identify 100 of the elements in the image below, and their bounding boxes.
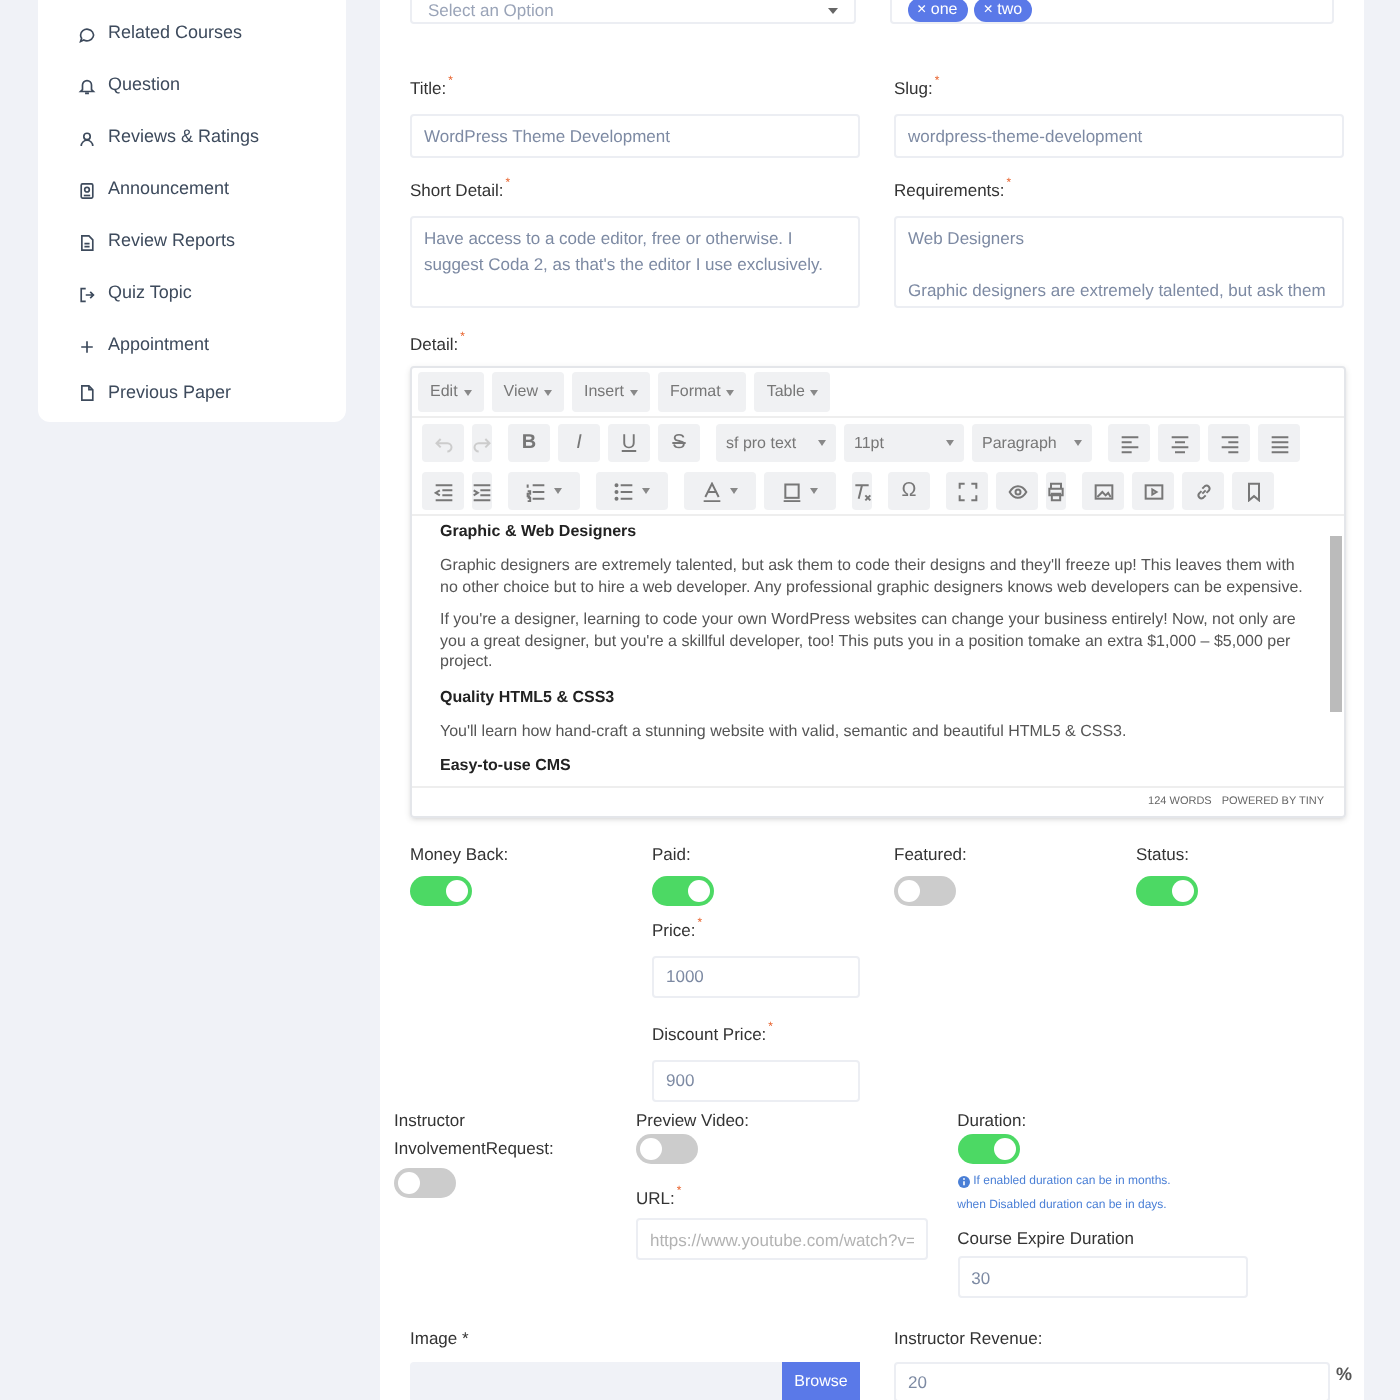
content-heading: Graphic & Web Designers [440, 520, 639, 545]
field-label: Instructor Revenue: [894, 1326, 1045, 1352]
menu-button[interactable]: Insert [572, 372, 651, 413]
menu-icon [78, 25, 96, 43]
sidebar-item[interactable]: Review Reports [78, 216, 306, 268]
caret-icon [1074, 440, 1082, 447]
toolbar-button[interactable] [1182, 472, 1224, 511]
sidebar-item[interactable]: Quiz Topic [78, 268, 306, 320]
toggle-switch[interactable] [410, 876, 472, 906]
dropdown-button[interactable]: 11pt [844, 424, 964, 463]
toolbar-button[interactable] [508, 472, 580, 511]
toggle-switch[interactable] [894, 876, 956, 906]
sidebar-item[interactable]: Related Courses [78, 8, 306, 60]
toolbar-button[interactable] [852, 472, 872, 511]
toolbar-button[interactable] [1108, 424, 1150, 463]
toolbar-button[interactable]: B [508, 424, 550, 463]
toggle-switch[interactable] [957, 1133, 1020, 1163]
field-label: Course Expire Duration [957, 1225, 1136, 1251]
dropdown-button[interactable]: sf pro text [716, 424, 836, 463]
dropdown-button[interactable]: Paragraph [972, 424, 1092, 463]
toolbar-button[interactable] [1208, 424, 1250, 463]
sidebar-item[interactable]: Reviews & Ratings [78, 112, 306, 164]
caret-icon [630, 389, 639, 396]
align-icon [1219, 433, 1239, 454]
toggle-switch[interactable] [652, 876, 714, 906]
text-color-icon [702, 481, 722, 502]
caret-icon [810, 389, 819, 396]
text-area[interactable]: Have access to a code editor, free or otherwise. I suggest Coda 2, as that's the editor I use exclusively. [410, 215, 860, 307]
toolbar-button[interactable] [684, 472, 756, 511]
numbered-list-icon [526, 481, 546, 502]
input-field[interactable]: wordpress-theme-development [894, 113, 1344, 158]
content-heading: Easy-to-use CMS [440, 754, 573, 779]
field-label: Instructor [394, 1107, 467, 1133]
menu-button[interactable]: Format [658, 372, 747, 413]
toggle-switch[interactable] [394, 1167, 456, 1197]
caret-icon [642, 488, 650, 495]
toolbar-button[interactable]: Ω [888, 472, 930, 511]
select-field[interactable]: Select an Option [410, 0, 855, 24]
toolbar-button[interactable] [946, 472, 988, 511]
caret-icon [818, 440, 826, 447]
outdent-icon [433, 481, 453, 502]
unit-label: % [1336, 1362, 1353, 1388]
sidebar-item[interactable]: Announcement [78, 164, 306, 216]
input-field[interactable]: 30 [957, 1256, 1248, 1299]
file-input[interactable]: Browse [410, 1362, 860, 1400]
menu-icon [78, 129, 96, 147]
align-icon [1169, 433, 1189, 454]
text-area[interactable]: Web Designers Graphic designers are extremely talented, but ask them [894, 215, 1344, 307]
menu-icon [78, 285, 96, 303]
toolbar-button[interactable] [1258, 424, 1300, 463]
toggle-switch[interactable] [1136, 876, 1198, 906]
toolbar-button[interactable]: I [558, 424, 600, 463]
sidebar-item[interactable]: Appointment [78, 320, 306, 372]
image-icon [1093, 481, 1113, 502]
toolbar-button[interactable] [596, 472, 668, 511]
menu-button[interactable]: View [491, 372, 564, 413]
menu-button[interactable]: Table [754, 372, 831, 413]
input-field[interactable]: 1000 [652, 955, 860, 998]
toolbar-button[interactable] [1232, 472, 1274, 511]
content-paragraph: Graphic designers are extremely talented, but ask them to code their designs and they'll freeze up! This leaves them with no other choice but to hire a web developer. Any professional graphic designers knows web developers can be expensive. [440, 556, 1304, 599]
menu-button[interactable]: Edit [418, 372, 484, 413]
field-label: Preview Video: [635, 1107, 752, 1133]
caret-icon [827, 7, 837, 13]
redo-icon [472, 433, 492, 454]
sidebar-item[interactable]: Question [78, 60, 306, 112]
info-icon [957, 1176, 970, 1188]
toolbar-button[interactable] [1158, 424, 1200, 463]
print-icon [1046, 481, 1066, 502]
input-field[interactable]: WordPress Theme Development [410, 113, 860, 158]
toolbar-button[interactable] [1132, 472, 1174, 511]
fullscreen-icon [957, 481, 977, 502]
clear-format-icon [852, 481, 872, 502]
tags-field[interactable]: × one × two [889, 0, 1334, 24]
tag[interactable]: × one [907, 0, 968, 22]
toolbar-button[interactable] [472, 472, 492, 511]
bullet-list-icon [614, 481, 634, 502]
menu-icon [78, 337, 96, 355]
caret-icon [810, 488, 818, 495]
toolbar-button[interactable] [422, 472, 464, 511]
tag[interactable]: × two [973, 0, 1033, 22]
toolbar-button[interactable] [764, 472, 836, 511]
toolbar-button[interactable] [1082, 472, 1124, 511]
toggle-switch[interactable] [635, 1133, 698, 1163]
toolbar-button[interactable] [996, 472, 1038, 511]
browse-button[interactable]: Browse [782, 1362, 860, 1400]
input-field[interactable]: 900 [652, 1059, 860, 1101]
media-icon [1143, 481, 1163, 502]
caret-icon [463, 389, 472, 396]
content-heading: Quality HTML5 & CSS3 [440, 685, 617, 710]
toolbar-button[interactable]: U [608, 424, 650, 463]
sidebar-item[interactable]: Previous Paper [78, 372, 306, 414]
caret-icon [544, 389, 552, 396]
field-label: Status: [1136, 842, 1191, 868]
highlight-icon [782, 481, 802, 502]
toolbar-button[interactable]: S [658, 424, 700, 463]
input-field[interactable]: 20 [894, 1362, 1330, 1400]
toolbar-button[interactable] [1046, 472, 1066, 511]
menu-icon [78, 233, 96, 251]
eye-icon [1007, 481, 1027, 502]
field-label: InvolvementRequest: [394, 1135, 556, 1161]
